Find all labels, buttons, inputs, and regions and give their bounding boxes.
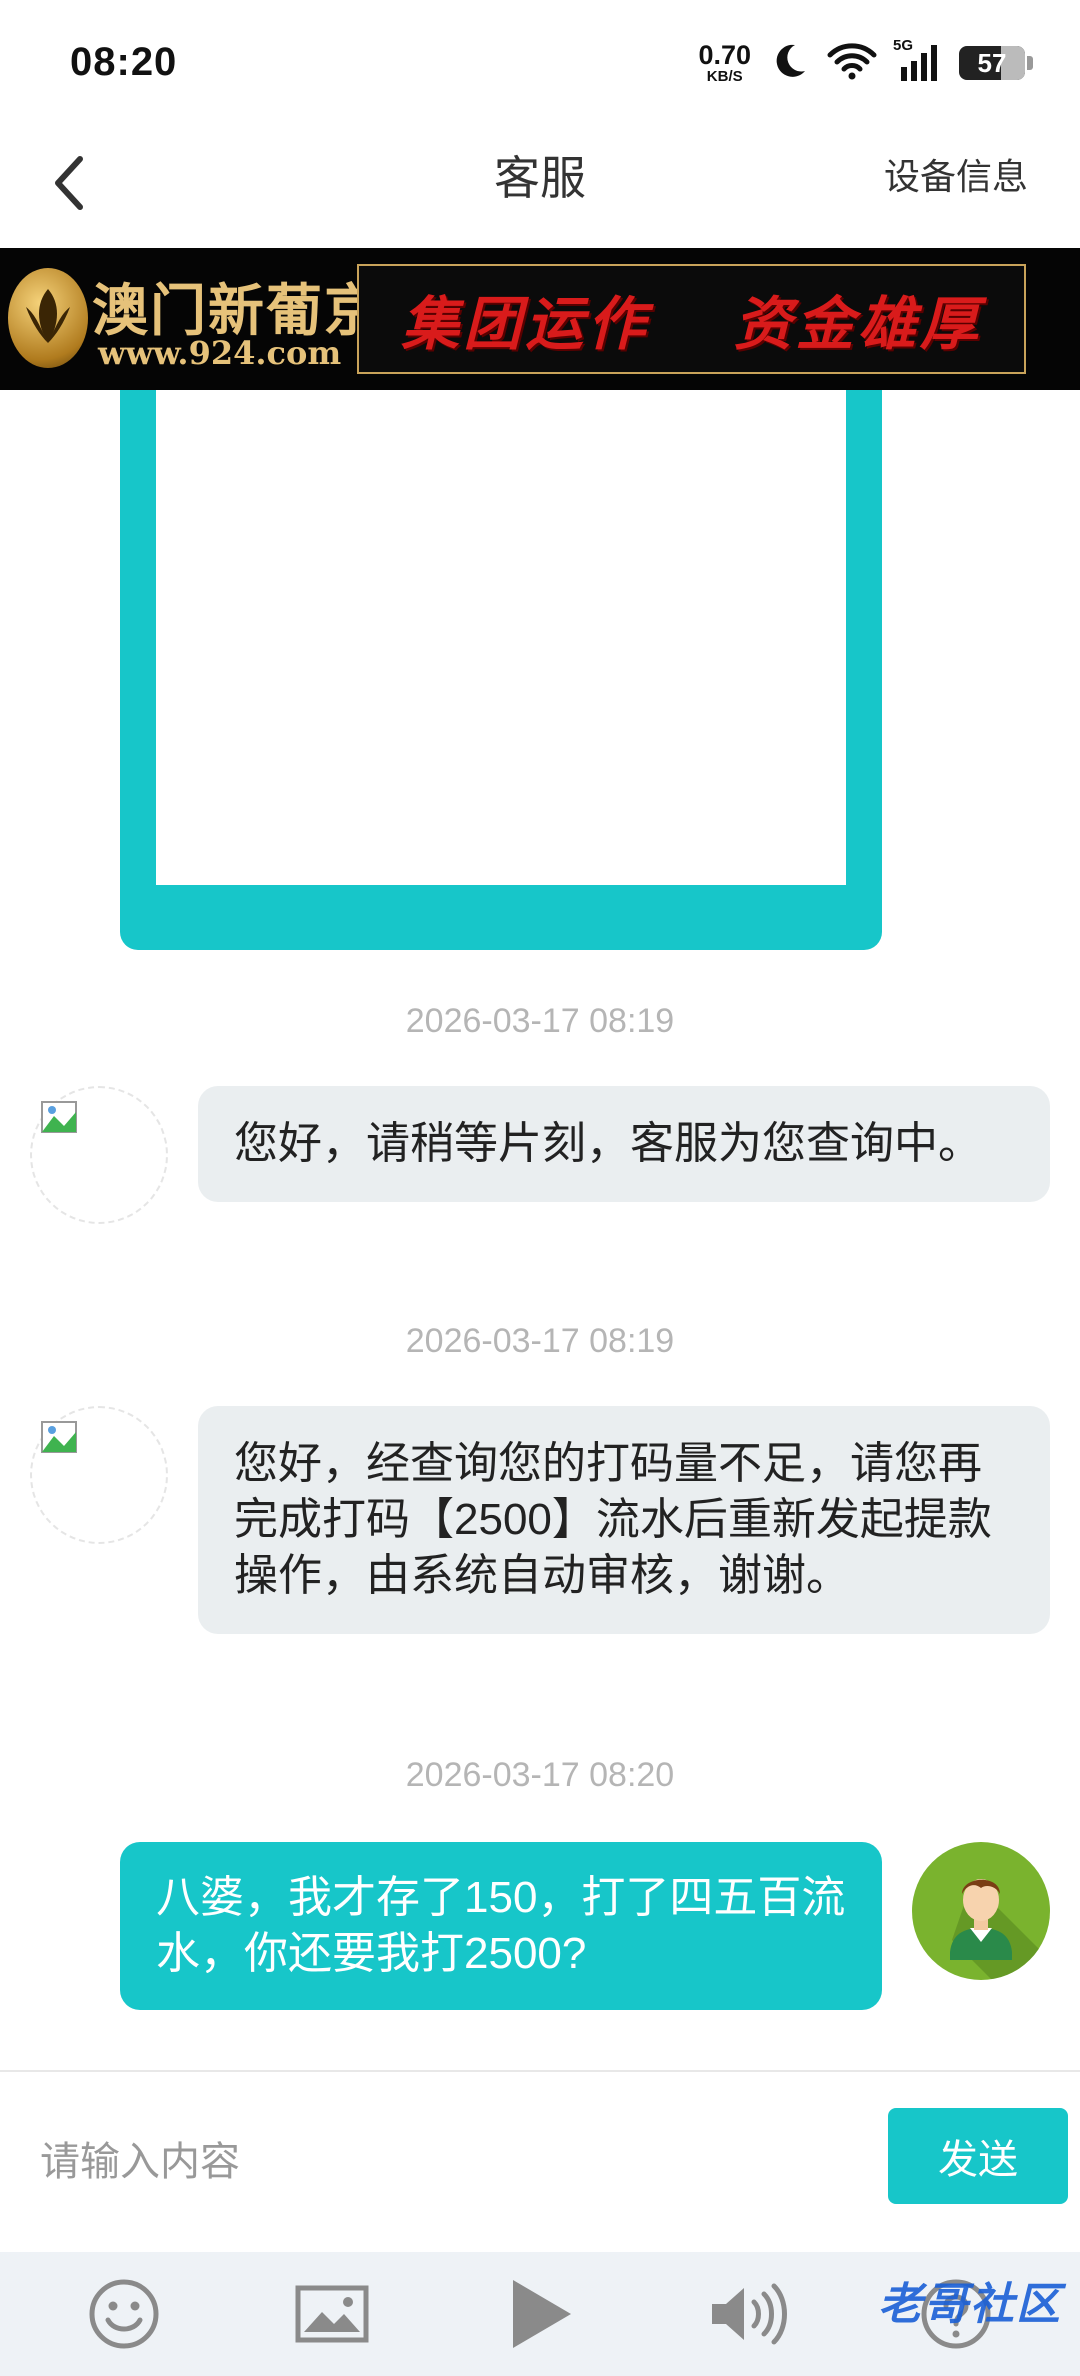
message-timestamp: 2026-03-17 08:19 [405,1322,675,1360]
ad-banner[interactable]: 澳门新葡京 www.924.com 集团运作 资金雄厚 [0,248,1080,390]
image-message[interactable] [120,390,882,950]
banner-slogan-2: 资金雄厚 [733,292,982,357]
device-info-button[interactable]: 设备信息 [884,148,1028,200]
header: 客服 设备信息 [0,120,1080,250]
battery-icon: 57 [959,46,1033,80]
emoji-button[interactable] [74,2264,174,2364]
signal-icon: 5G [893,37,941,83]
status-time: 08:20 [70,40,178,84]
service-message-bubble: 您好，经查询您的打码量不足，请您再完成打码【2500】流水后重新发起提款操作，由… [198,1406,1050,1634]
banner-url: www.924.com [98,334,342,372]
network-type: 5G [893,37,914,54]
user-avatar [912,1842,1050,1980]
watermark-logo: 老哥社区 [878,2280,1062,2329]
play-button[interactable] [490,2264,590,2364]
input-bar: 发送 [0,2070,1080,2252]
image-icon [295,2285,369,2343]
send-button[interactable]: 发送 [888,2108,1068,2204]
service-avatar [30,1086,168,1224]
image-button[interactable] [282,2264,382,2364]
banner-slogan-1: 集团运作 [401,292,650,357]
message-timestamp: 2026-03-17 08:19 [405,1002,675,1040]
chat-area[interactable]: 2026-03-17 08:19 您好，请稍等片刻，客服为您查询中。 2026-… [0,390,1080,2070]
play-icon [513,2280,571,2348]
service-message-bubble: 您好，请稍等片刻，客服为您查询中。 [198,1086,1050,1202]
message-input[interactable] [40,2122,860,2202]
net-speed-value: 0.70 [698,40,751,70]
message-timestamp: 2026-03-17 08:20 [405,1756,675,1794]
broken-image-icon [41,1101,77,1133]
battery-level: 57 [977,47,1007,78]
user-message-bubble: 八婆，我才存了150，打了四五百流水，你还要我打2500? [120,1842,882,2010]
net-speed-unit: KB/S [706,68,743,85]
status-icons: 0.70 KB/S 5G 57 [698,36,1033,90]
speaker-icon [712,2283,787,2345]
brand-logo [8,268,88,368]
broken-image-icon [41,1421,77,1453]
moon-icon [769,41,809,86]
sound-button[interactable] [698,2264,798,2364]
emoji-icon [89,2279,159,2349]
image-message-content [156,390,846,885]
banner-slogan-box: 集团运作 资金雄厚 [357,264,1026,374]
net-speed: 0.70 KB/S [698,40,751,85]
wifi-icon [827,41,877,86]
service-avatar [30,1406,168,1544]
status-bar: 08:20 0.70 KB/S 5G 57 [0,0,1080,120]
